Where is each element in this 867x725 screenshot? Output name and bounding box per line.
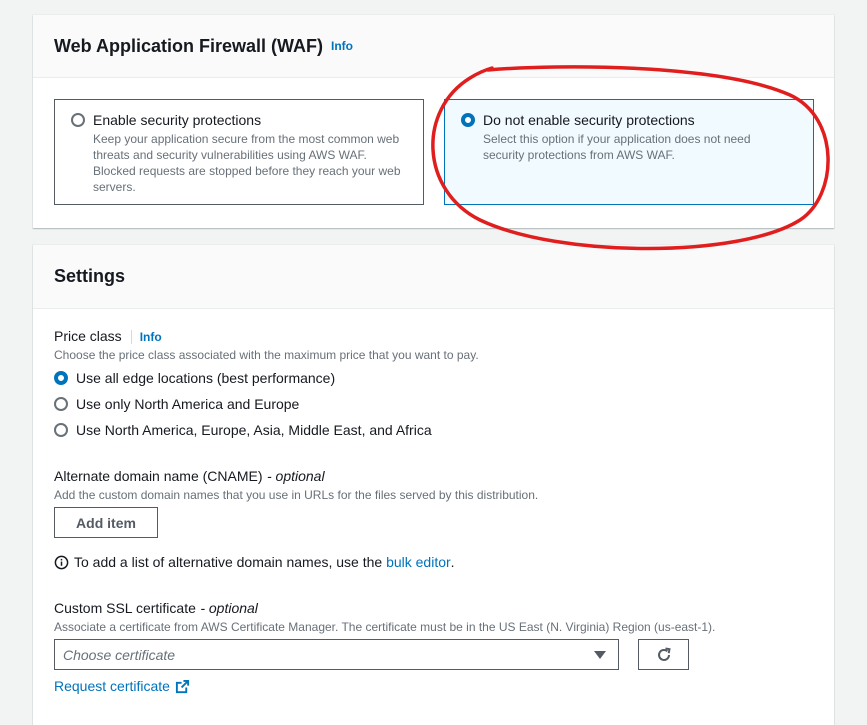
price-option-all-edge-label: Use all edge locations (best performance…	[76, 370, 336, 386]
request-certificate-link[interactable]: Request certificate	[54, 678, 170, 694]
ssl-label: Custom SSL certificate	[54, 600, 196, 616]
info-circle-icon	[54, 555, 69, 570]
price-class-description: Choose the price class associated with t…	[54, 348, 479, 362]
ssl-label-row: Custom SSL certificate - optional	[54, 600, 258, 618]
radio-enable-security[interactable]	[71, 113, 85, 127]
price-option-na-eu-asia[interactable]: Use North America, Europe, Asia, Middle …	[54, 422, 432, 438]
add-item-button[interactable]: Add item	[54, 507, 158, 538]
label-divider	[130, 329, 132, 344]
settings-panel-header: Settings	[33, 245, 834, 309]
tile-disable-security-label: Do not enable security protections	[483, 112, 695, 128]
refresh-icon	[655, 646, 673, 664]
certificate-select[interactable]: Choose certificate	[54, 639, 619, 670]
waf-info-link[interactable]: Info	[331, 39, 353, 53]
tile-disable-security-description: Select this option if your application d…	[483, 132, 751, 162]
price-option-na-eu-asia-label: Use North America, Europe, Asia, Middle …	[76, 422, 432, 438]
waf-panel: Web Application Firewall (WAF) Info Enab…	[33, 15, 834, 228]
settings-title: Settings	[54, 266, 126, 286]
cname-label-row: Alternate domain name (CNAME) - optional	[54, 468, 325, 486]
price-option-all-edge[interactable]: Use all edge locations (best performance…	[54, 370, 335, 386]
caret-down-icon	[594, 651, 606, 659]
bulk-editor-hint-suffix: .	[450, 554, 455, 570]
waf-panel-header: Web Application Firewall (WAF) Info	[33, 15, 834, 78]
price-option-na-europe-label: Use only North America and Europe	[76, 396, 300, 412]
request-certificate-row: Request certificate	[54, 678, 190, 694]
tile-disable-security[interactable]: Do not enable security protections Selec…	[444, 99, 814, 205]
price-class-info-link[interactable]: Info	[140, 330, 162, 344]
cname-optional: - optional	[266, 468, 325, 484]
bulk-editor-link[interactable]: bulk editor	[386, 554, 451, 570]
radio-price-na-eu-asia[interactable]	[54, 423, 68, 437]
bulk-editor-hint: To add a list of alternative domain name…	[54, 554, 455, 570]
radio-price-all-edge[interactable]	[54, 371, 68, 385]
price-class-label-row: Price class Info	[54, 328, 162, 346]
external-link-icon	[175, 679, 190, 694]
cname-label: Alternate domain name (CNAME)	[54, 468, 263, 484]
bulk-editor-hint-text: To add a list of alternative domain name…	[74, 554, 383, 570]
tile-enable-security-label: Enable security protections	[93, 112, 262, 128]
waf-title: Web Application Firewall (WAF)	[54, 35, 324, 56]
cname-description: Add the custom domain names that you use…	[54, 488, 539, 502]
certificate-select-placeholder: Choose certificate	[63, 646, 176, 663]
price-class-label: Price class	[54, 328, 122, 344]
settings-panel: Settings Price class Info Choose the pric…	[33, 245, 834, 725]
tile-enable-security[interactable]: Enable security protections Keep your ap…	[54, 99, 424, 205]
ssl-optional: - optional	[200, 600, 258, 616]
ssl-description: Associate a certificate from AWS Certifi…	[54, 620, 716, 634]
radio-disable-security[interactable]	[461, 113, 475, 127]
price-option-na-europe[interactable]: Use only North America and Europe	[54, 396, 299, 412]
radio-price-na-europe[interactable]	[54, 397, 68, 411]
tile-enable-security-description: Keep your application secure from the mo…	[93, 132, 401, 194]
refresh-certificates-button[interactable]	[638, 639, 689, 670]
